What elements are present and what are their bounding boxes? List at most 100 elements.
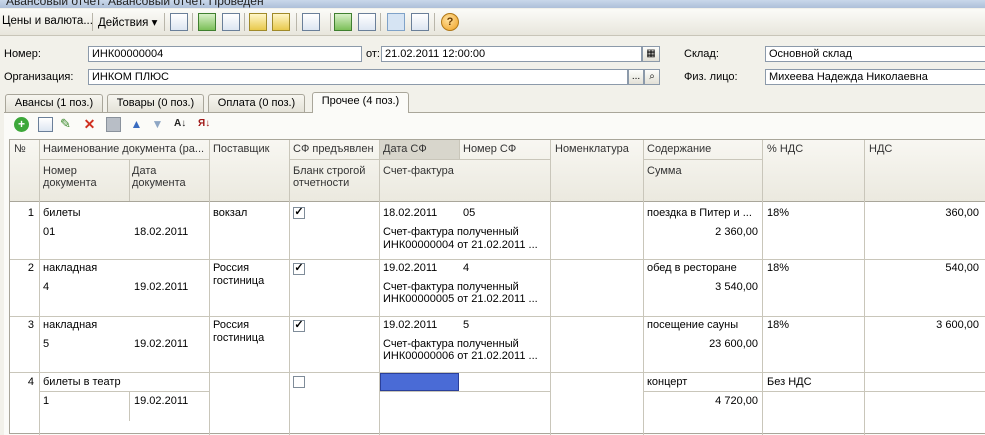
warehouse-field[interactable]: Основной склад <box>765 46 985 62</box>
supplier-cell[interactable]: Россия <box>213 319 249 331</box>
document-date-cell[interactable]: 18.02.2011 <box>134 226 188 238</box>
document-name-cell[interactable]: билеты <box>43 207 81 219</box>
content-cell[interactable]: обед в ресторане <box>647 262 737 274</box>
sf-date-cell[interactable]: 19.02.2011 <box>383 319 437 331</box>
fill-document-icon[interactable] <box>249 13 267 31</box>
col-header-sf-number[interactable]: Номер СФ <box>463 143 516 155</box>
organization-select-button[interactable]: ... <box>628 69 644 85</box>
invoice-cell-line2[interactable]: ИНК00000006 от 21.02.2011 ... <box>383 350 538 362</box>
tab-advances[interactable]: Авансы (1 поз.) <box>5 94 103 112</box>
document-number-cell[interactable]: 5 <box>43 338 49 350</box>
sf-number-cell[interactable]: 5 <box>463 319 469 331</box>
col-header-document-number[interactable]: Номер документа <box>43 165 123 189</box>
move-down-icon[interactable]: ▼ <box>150 117 165 132</box>
sum-cell[interactable]: 4 720,00 <box>643 395 758 407</box>
sf-number-cell[interactable]: 05 <box>463 207 475 219</box>
list-view-icon[interactable] <box>411 13 429 31</box>
col-header-document-date[interactable]: Дата документа <box>132 165 202 189</box>
col-header-sf-date[interactable]: Дата СФ <box>383 143 427 155</box>
col-header-nomenclature[interactable]: Номенклатура <box>555 143 629 155</box>
vat-rate-cell[interactable]: 18% <box>767 262 789 274</box>
col-header-content[interactable]: Содержание <box>647 143 711 155</box>
post-icon[interactable] <box>198 13 216 31</box>
document-date-cell[interactable]: 19.02.2011 <box>134 395 188 407</box>
vat-rate-cell[interactable]: 18% <box>767 319 789 331</box>
prices-currency-button[interactable]: Цены и валюта... <box>2 15 93 27</box>
document-name-cell[interactable]: билеты в театр <box>43 376 121 388</box>
copy-row-icon[interactable] <box>38 117 53 132</box>
col-header-vat-rate[interactable]: % НДС <box>767 143 803 155</box>
sort-descending-icon[interactable]: Я↓ <box>198 117 213 132</box>
col-header-sum[interactable]: Сумма <box>647 165 682 177</box>
person-field[interactable]: Михеева Надежда Николаевна <box>765 69 985 85</box>
supplier-cell-line2[interactable]: гостиница <box>213 332 264 344</box>
date-field[interactable]: 21.02.2011 12:00:00 <box>381 46 642 62</box>
post-and-close-icon[interactable] <box>170 13 188 31</box>
sum-cell[interactable]: 3 540,00 <box>643 281 758 293</box>
document-number-cell[interactable]: 1 <box>43 395 49 407</box>
create-based-on-icon[interactable] <box>302 13 320 31</box>
delete-row-icon[interactable]: ✕ <box>82 117 97 132</box>
document-name-cell[interactable]: накладная <box>43 262 97 274</box>
organization-field[interactable]: ИНКОМ ПЛЮС <box>88 69 628 85</box>
selected-sf-date-cell[interactable] <box>380 373 459 391</box>
vat-cell[interactable]: 3 600,00 <box>864 319 979 331</box>
sf-date-cell[interactable]: 18.02.2011 <box>383 207 437 219</box>
sf-presented-checkbox[interactable]: ✓ <box>293 263 305 275</box>
add-row-icon[interactable]: + <box>14 117 29 132</box>
number-field[interactable]: ИНК00000004 <box>88 46 362 62</box>
table-row[interactable]: 3 накладная 5 19.02.2011 Россия гостиниц… <box>10 317 985 373</box>
vat-rate-cell[interactable]: 18% <box>767 207 789 219</box>
move-up-icon[interactable]: ▲ <box>129 117 144 132</box>
document-date-cell[interactable]: 19.02.2011 <box>134 281 188 293</box>
invoice-cell-line1[interactable]: Счет-фактура полученный <box>383 226 519 238</box>
edit-row-icon[interactable]: ✎ <box>60 117 75 132</box>
end-edit-icon[interactable] <box>106 117 121 132</box>
document-number-cell[interactable]: 4 <box>43 281 49 293</box>
col-header-strict-form[interactable]: Бланк строгой отчетности <box>293 165 378 189</box>
vat-cell[interactable]: 540,00 <box>864 262 979 274</box>
print-preview-icon[interactable] <box>358 13 376 31</box>
tab-goods[interactable]: Товары (0 поз.) <box>107 94 204 112</box>
supplier-cell-line2[interactable]: гостиница <box>213 275 264 287</box>
col-header-document-name[interactable]: Наименование документа (ра... <box>43 143 204 155</box>
structure-tree-icon[interactable] <box>387 13 405 31</box>
vat-cell[interactable]: 360,00 <box>864 207 979 219</box>
table-row[interactable]: 2 накладная 4 19.02.2011 Россия гостиниц… <box>10 260 985 317</box>
invoice-cell-line2[interactable]: ИНК00000005 от 21.02.2011 ... <box>383 293 538 305</box>
sf-number-cell[interactable]: 4 <box>463 262 469 274</box>
content-cell[interactable]: концерт <box>647 376 687 388</box>
col-header-number[interactable]: № <box>14 143 26 155</box>
invoice-cell-line2[interactable]: ИНК00000004 от 21.02.2011 ... <box>383 239 538 251</box>
help-icon[interactable]: ? <box>441 13 459 31</box>
invoice-cell-line1[interactable]: Счет-фактура полученный <box>383 281 519 293</box>
debit-credit-movements-icon[interactable] <box>334 13 352 31</box>
search-icon[interactable]: ⌕ <box>644 69 660 85</box>
col-header-vat[interactable]: НДС <box>869 143 892 155</box>
sort-ascending-icon[interactable]: A↓ <box>174 117 189 132</box>
col-header-invoice[interactable]: Счет-фактура <box>383 165 454 177</box>
copy-document-icon[interactable] <box>222 13 240 31</box>
table-row[interactable]: 4 билеты в театр 1 19.02.2011 концерт 4 … <box>10 373 985 433</box>
col-header-sf-presented[interactable]: СФ предъявлен <box>293 143 374 155</box>
clear-document-icon[interactable] <box>272 13 290 31</box>
document-number-cell[interactable]: 01 <box>43 226 55 238</box>
col-header-supplier[interactable]: Поставщик <box>213 143 269 155</box>
document-name-cell[interactable]: накладная <box>43 319 97 331</box>
supplier-cell[interactable]: Россия <box>213 262 249 274</box>
supplier-cell[interactable]: вокзал <box>213 207 247 219</box>
calendar-icon[interactable]: ▦ <box>642 46 660 62</box>
vat-rate-cell[interactable]: Без НДС <box>767 376 812 388</box>
actions-menu-button[interactable]: Действия ▾ <box>98 15 157 29</box>
sum-cell[interactable]: 2 360,00 <box>643 226 758 238</box>
tab-payment[interactable]: Оплата (0 поз.) <box>208 94 305 112</box>
sf-presented-checkbox[interactable]: ✓ <box>293 320 305 332</box>
document-date-cell[interactable]: 19.02.2011 <box>134 338 188 350</box>
sf-date-cell[interactable]: 19.02.2011 <box>383 262 437 274</box>
sf-presented-checkbox[interactable] <box>293 376 305 388</box>
sum-cell[interactable]: 23 600,00 <box>643 338 758 350</box>
tab-other[interactable]: Прочее (4 поз.) <box>312 92 409 113</box>
invoice-cell-line1[interactable]: Счет-фактура полученный <box>383 338 519 350</box>
content-cell[interactable]: посещение сауны <box>647 319 738 331</box>
table-row[interactable]: 1 билеты 01 18.02.2011 вокзал ✓ 18.02.20… <box>10 202 985 259</box>
